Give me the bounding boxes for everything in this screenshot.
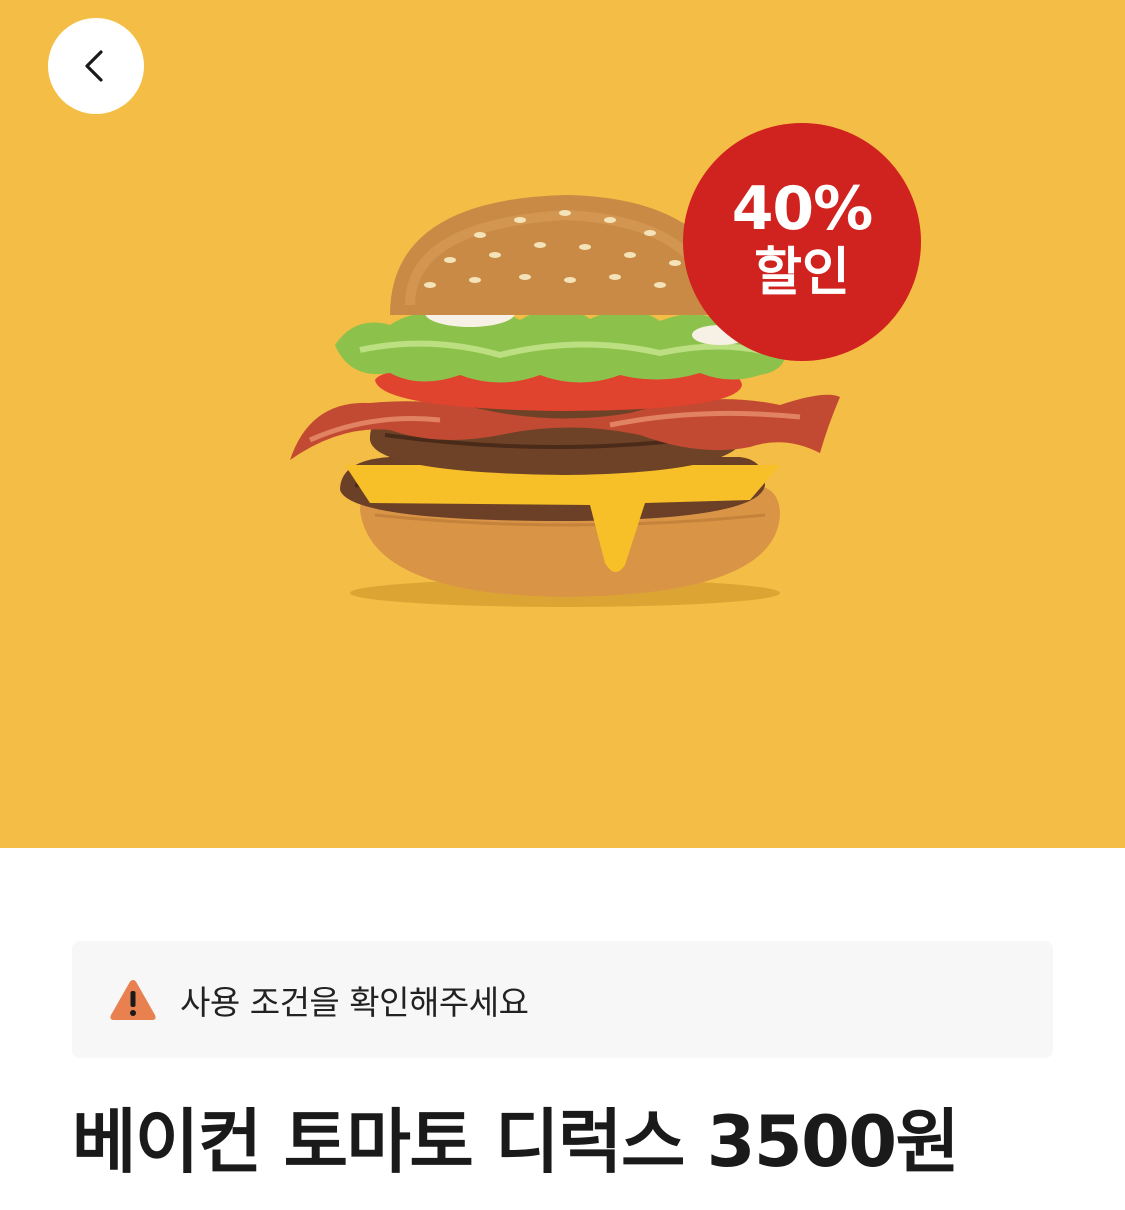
back-button[interactable]	[48, 18, 144, 114]
notice-text: 사용 조건을 확인해주세요	[180, 982, 529, 1022]
discount-badge: 40% 할인	[683, 123, 921, 361]
hero-banner: 40% 할인	[0, 0, 1125, 848]
chevron-left-icon	[85, 50, 103, 82]
warning-icon	[110, 979, 156, 1020]
discount-label: 할인	[754, 243, 850, 303]
discount-percent: 40%	[731, 174, 874, 244]
usage-conditions-notice[interactable]: 사용 조건을 확인해주세요	[72, 941, 1053, 1058]
product-title: 베이컨 토마토 디럭스 3500원	[72, 1101, 960, 1183]
